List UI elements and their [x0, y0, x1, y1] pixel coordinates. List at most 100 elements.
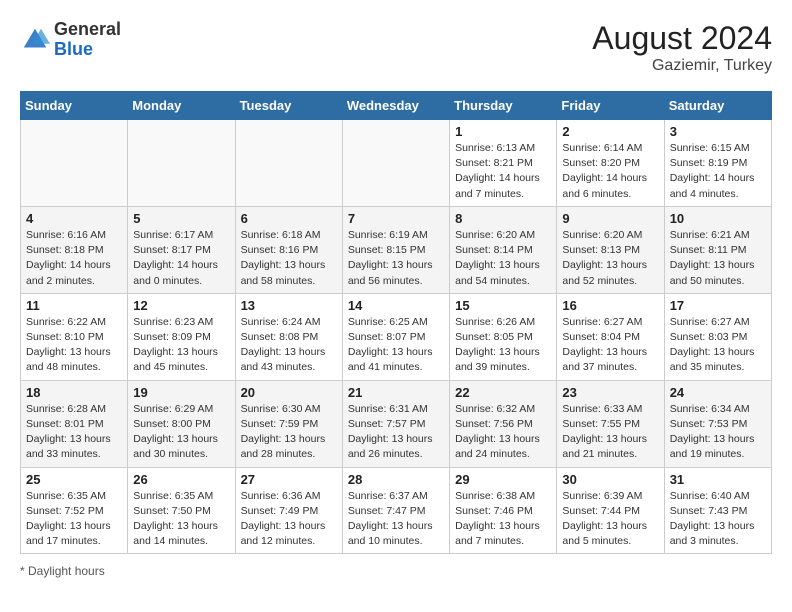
day-cell: 6 Sunrise: 6:18 AMSunset: 8:16 PMDaylight… [235, 206, 342, 293]
day-info: Sunrise: 6:20 AMSunset: 8:13 PMDaylight:… [562, 228, 658, 289]
day-number: 22 [455, 385, 551, 400]
day-info: Sunrise: 6:17 AMSunset: 8:17 PMDaylight:… [133, 228, 229, 289]
day-info: Sunrise: 6:38 AMSunset: 7:46 PMDaylight:… [455, 489, 551, 550]
calendar-table: SundayMondayTuesdayWednesdayThursdayFrid… [20, 91, 772, 554]
day-cell [235, 120, 342, 207]
day-number: 20 [241, 385, 337, 400]
day-cell: 28Sunrise: 6:37 AMSunset: 7:47 PMDayligh… [342, 467, 449, 554]
location: Gaziemir, Turkey [592, 57, 772, 75]
day-info: Sunrise: 6:31 AMSunset: 7:57 PMDaylight:… [348, 402, 444, 463]
day-number: 3 [670, 124, 766, 139]
col-header-tuesday: Tuesday [235, 92, 342, 120]
logo-icon [20, 25, 50, 55]
day-info: Sunrise: 6:15 AMSunset: 8:19 PMDaylight:… [670, 141, 766, 202]
day-number: 28 [348, 472, 444, 487]
page-header: General Blue August 2024 Gaziemir, Turke… [20, 20, 772, 75]
day-cell: 9 Sunrise: 6:20 AMSunset: 8:13 PMDaylight… [557, 206, 664, 293]
header-row: SundayMondayTuesdayWednesdayThursdayFrid… [21, 92, 772, 120]
week-row-2: 4 Sunrise: 6:16 AMSunset: 8:18 PMDaylight… [21, 206, 772, 293]
day-number: 30 [562, 472, 658, 487]
day-cell [128, 120, 235, 207]
col-header-thursday: Thursday [450, 92, 557, 120]
day-info: Sunrise: 6:33 AMSunset: 7:55 PMDaylight:… [562, 402, 658, 463]
day-cell: 25Sunrise: 6:35 AMSunset: 7:52 PMDayligh… [21, 467, 128, 554]
day-cell: 24 Sunrise: 6:34 AMSunset: 7:53 PMDayligh… [664, 380, 771, 467]
col-header-wednesday: Wednesday [342, 92, 449, 120]
col-header-sunday: Sunday [21, 92, 128, 120]
day-info: Sunrise: 6:40 AMSunset: 7:43 PMDaylight:… [670, 489, 766, 550]
logo-text: General Blue [54, 20, 121, 60]
month-year: August 2024 [592, 20, 772, 57]
day-number: 11 [26, 298, 122, 313]
day-number: 26 [133, 472, 229, 487]
day-number: 23 [562, 385, 658, 400]
day-number: 31 [670, 472, 766, 487]
col-header-monday: Monday [128, 92, 235, 120]
day-cell: 5Sunrise: 6:17 AMSunset: 8:17 PMDaylight… [128, 206, 235, 293]
day-number: 9 [562, 211, 658, 226]
day-cell: 20Sunrise: 6:30 AMSunset: 7:59 PMDayligh… [235, 380, 342, 467]
day-cell: 12 Sunrise: 6:23 AMSunset: 8:09 PMDayligh… [128, 293, 235, 380]
day-info: Sunrise: 6:14 AMSunset: 8:20 PMDaylight:… [562, 141, 658, 202]
day-info: Sunrise: 6:39 AMSunset: 7:44 PMDaylight:… [562, 489, 658, 550]
day-info: Sunrise: 6:35 AMSunset: 7:52 PMDaylight:… [26, 489, 122, 550]
day-cell: 4 Sunrise: 6:16 AMSunset: 8:18 PMDaylight… [21, 206, 128, 293]
day-info: Sunrise: 6:25 AMSunset: 8:07 PMDaylight:… [348, 315, 444, 376]
day-number: 2 [562, 124, 658, 139]
day-cell: 14 Sunrise: 6:25 AMSunset: 8:07 PMDayligh… [342, 293, 449, 380]
day-number: 18 [26, 385, 122, 400]
day-info: Sunrise: 6:22 AMSunset: 8:10 PMDaylight:… [26, 315, 122, 376]
col-header-friday: Friday [557, 92, 664, 120]
day-info: Sunrise: 6:28 AMSunset: 8:01 PMDaylight:… [26, 402, 122, 463]
day-cell: 17Sunrise: 6:27 AMSunset: 8:03 PMDayligh… [664, 293, 771, 380]
day-cell: 1 Sunrise: 6:13 AMSunset: 8:21 PMDaylight… [450, 120, 557, 207]
day-cell: 2 Sunrise: 6:14 AMSunset: 8:20 PMDaylight… [557, 120, 664, 207]
day-cell: 29Sunrise: 6:38 AMSunset: 7:46 PMDayligh… [450, 467, 557, 554]
footer-note-text: Daylight hours [28, 564, 105, 578]
day-number: 4 [26, 211, 122, 226]
day-number: 15 [455, 298, 551, 313]
logo-blue: Blue [54, 39, 93, 59]
day-info: Sunrise: 6:34 AMSunset: 7:53 PMDaylight:… [670, 402, 766, 463]
day-cell: 13Sunrise: 6:24 AMSunset: 8:08 PMDayligh… [235, 293, 342, 380]
day-info: Sunrise: 6:36 AMSunset: 7:49 PMDaylight:… [241, 489, 337, 550]
day-cell: 27Sunrise: 6:36 AMSunset: 7:49 PMDayligh… [235, 467, 342, 554]
day-number: 19 [133, 385, 229, 400]
day-info: Sunrise: 6:16 AMSunset: 8:18 PMDaylight:… [26, 228, 122, 289]
day-info: Sunrise: 6:19 AMSunset: 8:15 PMDaylight:… [348, 228, 444, 289]
day-info: Sunrise: 6:18 AMSunset: 8:16 PMDaylight:… [241, 228, 337, 289]
day-cell: 10Sunrise: 6:21 AMSunset: 8:11 PMDayligh… [664, 206, 771, 293]
day-number: 6 [241, 211, 337, 226]
day-number: 12 [133, 298, 229, 313]
day-info: Sunrise: 6:27 AMSunset: 8:03 PMDaylight:… [670, 315, 766, 376]
col-header-saturday: Saturday [664, 92, 771, 120]
day-number: 1 [455, 124, 551, 139]
day-info: Sunrise: 6:35 AMSunset: 7:50 PMDaylight:… [133, 489, 229, 550]
day-number: 21 [348, 385, 444, 400]
day-number: 7 [348, 211, 444, 226]
day-cell: 11 Sunrise: 6:22 AMSunset: 8:10 PMDayligh… [21, 293, 128, 380]
day-cell: 3 Sunrise: 6:15 AMSunset: 8:19 PMDaylight… [664, 120, 771, 207]
day-cell: 15 Sunrise: 6:26 AMSunset: 8:05 PMDayligh… [450, 293, 557, 380]
day-info: Sunrise: 6:23 AMSunset: 8:09 PMDaylight:… [133, 315, 229, 376]
daylight-note: * Daylight hours [20, 564, 772, 578]
day-info: Sunrise: 6:13 AMSunset: 8:21 PMDaylight:… [455, 141, 551, 202]
logo: General Blue [20, 20, 121, 60]
day-number: 24 [670, 385, 766, 400]
day-cell: 16Sunrise: 6:27 AMSunset: 8:04 PMDayligh… [557, 293, 664, 380]
day-number: 10 [670, 211, 766, 226]
day-cell: 22Sunrise: 6:32 AMSunset: 7:56 PMDayligh… [450, 380, 557, 467]
day-info: Sunrise: 6:26 AMSunset: 8:05 PMDaylight:… [455, 315, 551, 376]
day-cell: 8 Sunrise: 6:20 AMSunset: 8:14 PMDaylight… [450, 206, 557, 293]
day-cell [21, 120, 128, 207]
day-cell: 18 Sunrise: 6:28 AMSunset: 8:01 PMDayligh… [21, 380, 128, 467]
title-block: August 2024 Gaziemir, Turkey [592, 20, 772, 75]
week-row-3: 11 Sunrise: 6:22 AMSunset: 8:10 PMDayligh… [21, 293, 772, 380]
day-info: Sunrise: 6:29 AMSunset: 8:00 PMDaylight:… [133, 402, 229, 463]
day-number: 8 [455, 211, 551, 226]
day-cell [342, 120, 449, 207]
day-info: Sunrise: 6:20 AMSunset: 8:14 PMDaylight:… [455, 228, 551, 289]
day-cell: 7 Sunrise: 6:19 AMSunset: 8:15 PMDaylight… [342, 206, 449, 293]
day-number: 14 [348, 298, 444, 313]
day-cell: 21 Sunrise: 6:31 AMSunset: 7:57 PMDayligh… [342, 380, 449, 467]
